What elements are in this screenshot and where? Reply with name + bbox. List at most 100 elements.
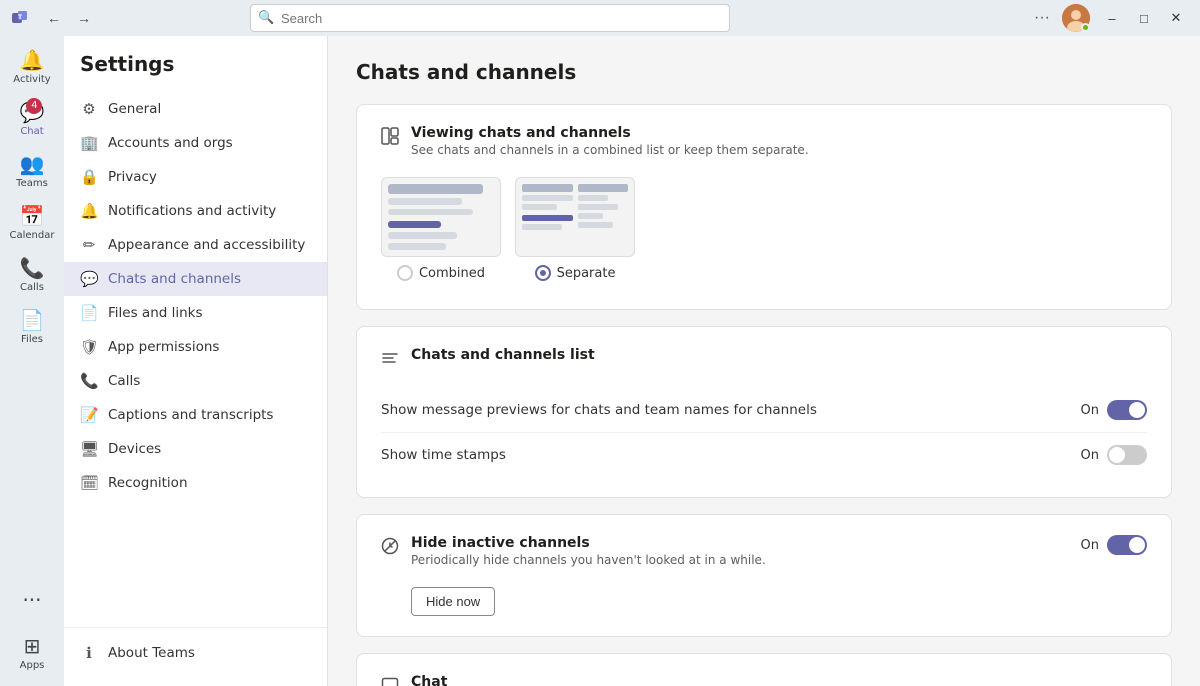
- about-icon: ℹ: [80, 644, 98, 662]
- message-preview-toggle[interactable]: [1107, 400, 1147, 420]
- combined-preview: [381, 177, 501, 257]
- timestamps-row: Show time stamps On: [381, 433, 1147, 477]
- message-preview-label: Show message previews for chats and team…: [381, 402, 817, 418]
- timestamps-label: Show time stamps: [381, 447, 506, 463]
- notifications-icon: 🔔: [80, 202, 98, 220]
- timestamps-toggle-right: On: [1081, 445, 1147, 465]
- calendar-label: Calendar: [10, 230, 55, 241]
- accounts-icon: 🏢: [80, 134, 98, 152]
- list-section-header: Chats and channels list: [381, 347, 1147, 372]
- hide-inactive-state: On: [1081, 538, 1099, 553]
- nav-item-about[interactable]: ℹ About Teams: [64, 636, 327, 670]
- maximize-button[interactable]: □: [1128, 4, 1160, 32]
- nav-label-general: General: [108, 101, 161, 117]
- minimize-button[interactable]: –: [1096, 4, 1128, 32]
- combined-label: Combined: [419, 266, 485, 281]
- viewing-section-icon: [381, 127, 399, 150]
- message-preview-state: On: [1081, 403, 1099, 418]
- sidebar-item-teams[interactable]: 👥 Teams: [4, 144, 60, 196]
- separate-label-row: Separate: [535, 265, 616, 281]
- files-icon: 📄: [20, 308, 45, 332]
- search-bar: 🔍: [250, 4, 730, 32]
- settings-title: Settings: [64, 52, 327, 92]
- calls-nav-icon: 📞: [80, 372, 98, 390]
- sidebar-item-more[interactable]: ···: [4, 574, 60, 626]
- title-bar-right: ··· – □ ✕: [1028, 4, 1192, 32]
- nav-label-privacy: Privacy: [108, 169, 157, 185]
- viewing-section: Viewing chats and channels See chats and…: [356, 104, 1172, 310]
- avatar-wrap[interactable]: [1062, 4, 1090, 32]
- permissions-icon: 🛡: [80, 338, 98, 356]
- forward-button[interactable]: →: [70, 4, 98, 32]
- close-button[interactable]: ✕: [1160, 4, 1192, 32]
- separate-radio[interactable]: [535, 265, 551, 281]
- combined-radio[interactable]: [397, 265, 413, 281]
- combined-option[interactable]: Combined: [381, 177, 501, 281]
- chat-section-icon: [381, 676, 399, 686]
- nav-label-files: Files and links: [108, 305, 203, 321]
- nav-item-accounts[interactable]: 🏢 Accounts and orgs: [64, 126, 327, 160]
- nav-label-accounts: Accounts and orgs: [108, 135, 233, 151]
- chat-badge: 4: [26, 98, 42, 114]
- chat-icon: 💬 4: [20, 100, 45, 124]
- app-body: 🔔 Activity 💬 4 Chat 👥 Teams 📅 Calendar 📞…: [0, 36, 1200, 686]
- files-label: Files: [21, 334, 43, 345]
- search-icon: 🔍: [258, 11, 274, 26]
- hide-inactive-section: Hide inactive channels Periodically hide…: [356, 514, 1172, 637]
- nav-item-devices[interactable]: 🖥 Devices: [64, 432, 327, 466]
- nav-label-notifications: Notifications and activity: [108, 203, 276, 219]
- sidebar-item-calls[interactable]: 📞 Calls: [4, 248, 60, 300]
- sidebar-item-files[interactable]: 📄 Files: [4, 300, 60, 352]
- nav-item-general[interactable]: ⚙ General: [64, 92, 327, 126]
- privacy-icon: 🔒: [80, 168, 98, 186]
- hide-inactive-thumb: [1129, 537, 1145, 553]
- nav-item-privacy[interactable]: 🔒 Privacy: [64, 160, 327, 194]
- settings-nav: Settings ⚙ General 🏢 Accounts and orgs 🔒…: [64, 36, 328, 686]
- hide-inactive-toggle[interactable]: [1107, 535, 1147, 555]
- hide-inactive-text: Hide inactive channels Periodically hide…: [411, 535, 766, 616]
- list-section: Chats and channels list Show message pre…: [356, 326, 1172, 498]
- sidebar-item-apps[interactable]: ⊞ Apps: [4, 626, 60, 678]
- nav-label-captions: Captions and transcripts: [108, 407, 273, 423]
- timestamps-state: On: [1081, 448, 1099, 463]
- search-input[interactable]: [250, 4, 730, 32]
- nav-item-appearance[interactable]: ✏ Appearance and accessibility: [64, 228, 327, 262]
- nav-buttons: ← →: [40, 4, 98, 32]
- appearance-icon: ✏: [80, 236, 98, 254]
- calls-icon: 📞: [20, 256, 45, 280]
- separate-option[interactable]: Separate: [515, 177, 635, 281]
- sidebar-item-calendar[interactable]: 📅 Calendar: [4, 196, 60, 248]
- list-section-title: Chats and channels list: [411, 347, 595, 363]
- viewing-section-text: Viewing chats and channels See chats and…: [411, 125, 809, 157]
- chat-section-title: Chat: [411, 674, 447, 686]
- window-controls: – □ ✕: [1096, 4, 1192, 32]
- captions-icon: 📝: [80, 406, 98, 424]
- devices-icon: 🖥: [80, 440, 98, 458]
- nav-item-recognition[interactable]: 🗓 Recognition: [64, 466, 327, 500]
- viewing-section-header: Viewing chats and channels See chats and…: [381, 125, 1147, 157]
- hide-now-button[interactable]: Hide now: [411, 587, 495, 616]
- back-button[interactable]: ←: [40, 4, 68, 32]
- calendar-icon: 📅: [20, 204, 45, 228]
- nav-item-notifications[interactable]: 🔔 Notifications and activity: [64, 194, 327, 228]
- separate-preview: [515, 177, 635, 257]
- timestamps-toggle[interactable]: [1107, 445, 1147, 465]
- separate-label: Separate: [557, 266, 616, 281]
- chat-section-header: Chat: [381, 674, 1147, 686]
- sidebar-item-chat[interactable]: 💬 4 Chat: [4, 92, 60, 144]
- title-bar: T ← → 🔍 ··· – □ ✕: [0, 0, 1200, 36]
- combined-label-row: Combined: [397, 265, 485, 281]
- message-preview-toggle-right: On: [1081, 400, 1147, 420]
- nav-item-chats[interactable]: 💬 Chats and channels: [64, 262, 327, 296]
- activity-icon: 🔔: [20, 48, 45, 72]
- nav-item-files[interactable]: 📄 Files and links: [64, 296, 327, 330]
- main-content: Chats and channels Viewing chats and cha…: [328, 36, 1200, 686]
- sidebar-item-activity[interactable]: 🔔 Activity: [4, 40, 60, 92]
- more-options-button[interactable]: ···: [1028, 5, 1056, 31]
- nav-item-calls[interactable]: 📞 Calls: [64, 364, 327, 398]
- recognition-icon: 🗓: [80, 474, 98, 492]
- nav-label-permissions: App permissions: [108, 339, 219, 355]
- activity-label: Activity: [13, 74, 50, 85]
- nav-item-permissions[interactable]: 🛡 App permissions: [64, 330, 327, 364]
- nav-item-captions[interactable]: 📝 Captions and transcripts: [64, 398, 327, 432]
